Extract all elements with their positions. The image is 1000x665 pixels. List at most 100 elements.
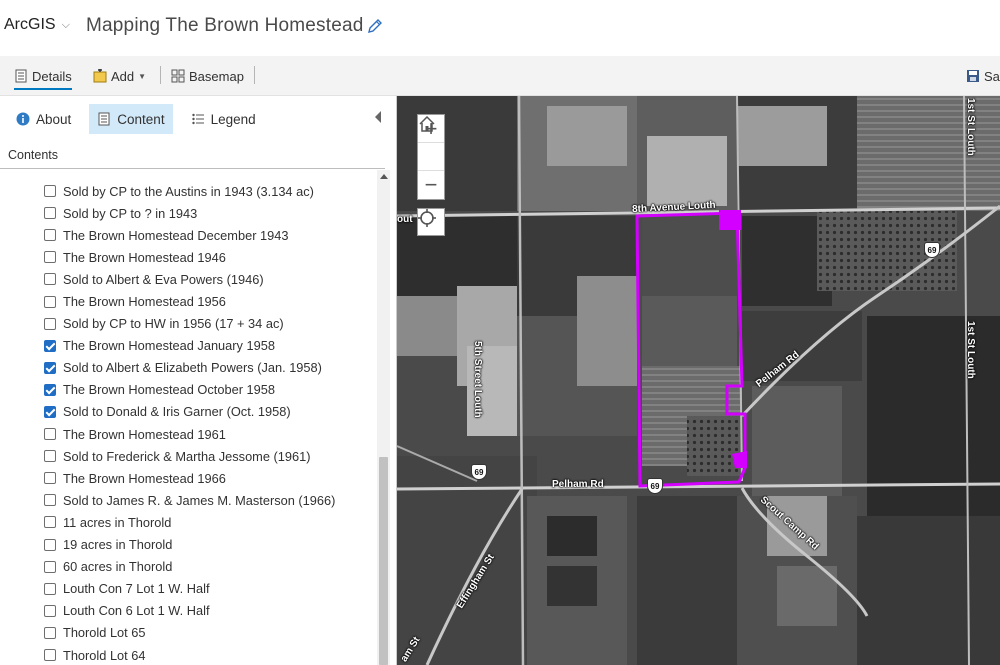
layer-checkbox[interactable] [44,295,56,308]
layer-checkbox[interactable] [44,405,56,418]
scroll-up-icon[interactable] [380,174,388,179]
layer-item[interactable]: The Brown Homestead 1956 [0,290,376,312]
pencil-icon[interactable] [366,17,384,35]
layer-item[interactable]: The Brown Homestead December 1943 [0,224,376,246]
layer-item[interactable]: The Brown Homestead 1961 [0,423,376,445]
layer-item[interactable]: Sold to James R. & James M. Masterson (1… [0,489,376,511]
layer-label: The Brown Homestead December 1943 [63,227,289,243]
add-button[interactable]: Add ▼ [93,64,146,88]
collapse-panel-icon[interactable] [375,111,381,123]
layer-item[interactable]: Sold to Albert & Eva Powers (1946) [0,268,376,290]
road-label: 5th Street Louth [472,341,483,418]
scrollbar[interactable] [377,170,390,665]
home-button[interactable] [418,115,444,171]
contents-heading: Contents [8,148,59,162]
map-view[interactable]: out 8th Avenue Louth 5th Street Louth Pe… [397,96,1000,665]
layer-item[interactable]: Sold to Albert & Elizabeth Powers (Jan. … [0,357,376,379]
highway-shield-icon: 69 [647,478,663,494]
layer-item[interactable]: Sold by CP to HW in 1956 (17 + 34 ac) [0,313,376,335]
layer-label: The Brown Homestead 1966 [63,470,226,486]
scroll-thumb[interactable] [379,457,388,665]
basemap-grid-icon [171,69,185,83]
app-switcher[interactable]: ArcGIS ⌵ [4,16,70,34]
layer-checkbox[interactable] [44,361,56,374]
layer-item[interactable]: Sold to Frederick & Martha Jessome (1961… [0,445,376,467]
layer-checkbox[interactable] [44,185,56,198]
divider [0,168,385,169]
layer-label: The Brown Homestead 1956 [63,294,226,310]
layer-checkbox[interactable] [44,560,56,573]
tab-legend[interactable]: Legend [183,104,264,134]
layer-item[interactable]: The Brown Homestead January 1958 [0,335,376,357]
layer-label: 11 acres in Thorold [63,514,172,530]
layer-label: Sold by CP to HW in 1956 (17 + 34 ac) [63,316,284,332]
layer-checkbox[interactable] [44,582,56,595]
layer-checkbox[interactable] [44,317,56,330]
layer-item[interactable]: Sold by CP to the Austins in 1943 (3.134… [0,180,376,202]
layer-label: 19 acres in Thorold [63,537,173,553]
layer-item[interactable]: Louth Con 7 Lot 1 W. Half [0,578,376,600]
layer-item[interactable]: The Brown Homestead 1946 [0,246,376,268]
layer-label: Sold to Albert & Eva Powers (1946) [63,271,264,287]
tab-about-label: About [36,111,72,127]
layer-item[interactable]: Sold by CP to ? in 1943 [0,202,376,224]
layer-checkbox[interactable] [44,428,56,441]
layer-checkbox[interactable] [44,207,56,220]
layer-item[interactable]: Louth Con 6 Lot 1 W. Half [0,600,376,622]
tab-content-label: Content [117,111,165,127]
layer-item[interactable]: 19 acres in Thorold [0,534,376,556]
panel-tabs: About Content Legend [8,104,264,134]
layer-checkbox[interactable] [44,494,56,507]
info-icon [16,112,30,126]
details-label: Details [32,68,72,84]
layer-item[interactable]: The Brown Homestead October 1958 [0,379,376,401]
layer-item[interactable]: Thorold Lot 65 [0,622,376,644]
tab-about[interactable]: About [8,104,79,134]
zoom-out-button[interactable]: − [418,171,444,199]
crosshair-icon [418,209,436,227]
layer-checkbox[interactable] [44,626,56,639]
layer-checkbox[interactable] [44,383,56,396]
caret-down-icon: ▼ [138,71,147,81]
map-title: Mapping The Brown Homestead [86,15,364,36]
road-label: 1st St Louth [965,98,976,156]
layer-checkbox[interactable] [44,604,56,617]
details-button[interactable]: Details [14,64,72,90]
layer-checkbox[interactable] [44,538,56,551]
layer-item[interactable]: 11 acres in Thorold [0,511,376,533]
list-item [0,170,376,180]
layer-checkbox[interactable] [44,229,56,242]
layer-item[interactable]: Thorold Lot 64 [0,644,376,665]
zoom-control: + − [417,114,445,200]
save-button[interactable]: Sav [966,64,1000,88]
layer-checkbox[interactable] [44,251,56,264]
layer-checkbox[interactable] [44,649,56,662]
brand-name: ArcGIS [4,16,56,33]
layer-checkbox[interactable] [44,339,56,352]
toolbar-divider [254,66,255,84]
layer-label: Sold by CP to the Austins in 1943 (3.134… [63,183,314,199]
basemap-button[interactable]: Basemap [171,64,244,88]
layer-checkbox[interactable] [44,273,56,286]
layer-checkbox[interactable] [44,472,56,485]
parcel-fill [719,210,741,230]
tab-content[interactable]: Content [89,104,173,134]
content-list-icon [98,112,110,126]
layer-label: Sold to Frederick & Martha Jessome (1961… [63,448,311,464]
aerial-imagery [397,96,1000,665]
layer-label: The Brown Homestead January 1958 [63,338,275,354]
layer-label: Sold to Albert & Elizabeth Powers (Jan. … [63,360,322,376]
layer-label: Sold to James R. & James M. Masterson (1… [63,492,336,508]
document-icon [15,69,27,83]
toolbar: Details Add ▼ Basemap Sav [0,56,1000,96]
chevron-down-icon: ⌵ [61,18,70,31]
layer-item[interactable]: Sold to Donald & Iris Garner (Oct. 1958) [0,401,376,423]
layer-item[interactable]: The Brown Homestead 1966 [0,467,376,489]
tab-legend-label: Legend [210,111,256,127]
layer-checkbox[interactable] [44,450,56,463]
layer-item[interactable]: 60 acres in Thorold [0,556,376,578]
layer-label: Louth Con 7 Lot 1 W. Half [63,581,210,597]
locate-button[interactable] [417,208,445,236]
content-panel: About Content Legend Contents Sold by CP… [0,96,397,665]
layer-checkbox[interactable] [44,516,56,529]
